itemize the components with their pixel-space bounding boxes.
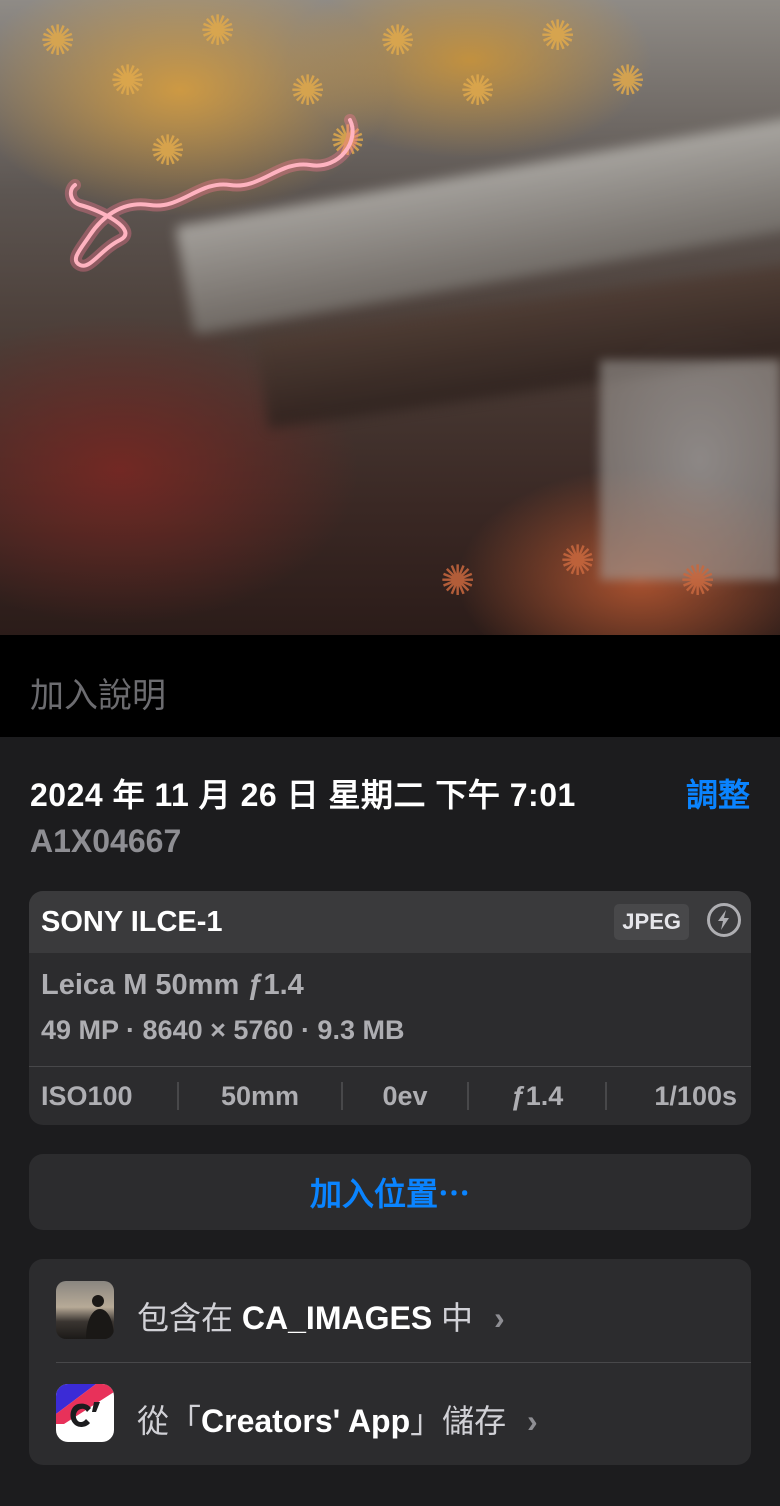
lens-model: Leica M 50mm ƒ1.4: [41, 969, 304, 1001]
album-label-suffix: 中: [441, 1300, 474, 1336]
album-label: 包含在 CA_IMAGES 中 ›: [137, 1293, 505, 1339]
adjust-button[interactable]: 調整: [686, 770, 750, 816]
photo-wall-blur: [600, 360, 780, 580]
saved-from-suffix: 」儲存: [410, 1403, 507, 1439]
maple-leaf-icon: ✺: [610, 57, 646, 104]
chevron-right-icon: ›: [493, 1300, 505, 1336]
saved-from-app-row[interactable]: 從「Creators' App」儲存 ›: [29, 1362, 751, 1465]
creators-app-icon: [56, 1384, 114, 1442]
maple-leaf-icon: ✺: [380, 17, 416, 64]
flash-off-icon: [707, 903, 741, 937]
saved-from-label: 從「Creators' App」儲存 ›: [137, 1396, 538, 1442]
album-card: 包含在 CA_IMAGES 中 › 從「Creators' App」儲存 ›: [29, 1259, 751, 1465]
exif-row: ISO100 50mm 0ev ƒ1.4 1/100s: [29, 1067, 751, 1125]
maple-leaf-icon: ✺: [460, 67, 496, 114]
caption-input[interactable]: 加入說明: [30, 668, 166, 717]
maple-leaf-icon: ✺: [200, 7, 236, 54]
maple-leaf-icon: ✺: [110, 57, 146, 104]
maple-leaf-icon: ✺: [440, 557, 476, 604]
metadata-header: SONY ILCE-1 JPEG: [29, 891, 751, 953]
album-row-ca-images[interactable]: 包含在 CA_IMAGES 中 ›: [29, 1259, 751, 1362]
album-label-prefix: 包含在: [137, 1300, 234, 1336]
exif-shutter: 1/100s: [654, 1080, 737, 1111]
chevron-right-icon: ›: [527, 1403, 538, 1439]
maple-leaf-icon: ✺: [40, 17, 76, 64]
app-name: Creators' App: [201, 1403, 411, 1439]
maple-leaf-icon: ✺: [680, 557, 716, 604]
exif-iso: ISO100: [41, 1080, 133, 1111]
image-specs: 49 MP · 8640 × 5760 · 9.3 MB: [41, 1015, 405, 1045]
light-trail-icon: [64, 114, 359, 272]
exif-aperture: ƒ1.4: [510, 1080, 564, 1111]
maple-leaf-icon: ✺: [290, 67, 326, 114]
album-name: CA_IMAGES: [241, 1300, 433, 1336]
maple-leaf-icon: ✺: [540, 12, 576, 59]
metadata-card: SONY ILCE-1 JPEG Leica M 50mm ƒ1.4 49 MP…: [29, 891, 751, 1125]
maple-leaf-icon: ✺: [560, 537, 596, 584]
exif-exposure: 0ev: [382, 1080, 428, 1111]
photo-preview[interactable]: ✺ ✺ ✺ ✺ ✺ ✺ ✺ ✺ ✺ ✺ ✺ ✺ ✺: [0, 0, 780, 635]
exif-focal-length: 50mm: [220, 1080, 300, 1111]
photo-filename: A1X04667: [30, 823, 182, 859]
saved-from-prefix: 從「: [137, 1403, 202, 1439]
photo-datetime: 2024 年 11 月 26 日 星期二 下午 7:01: [30, 777, 576, 813]
add-location-button[interactable]: 加入位置⋯: [29, 1154, 751, 1230]
album-thumbnail: [56, 1281, 114, 1339]
format-badge: JPEG: [614, 904, 689, 940]
camera-model: SONY ILCE-1: [41, 906, 223, 938]
